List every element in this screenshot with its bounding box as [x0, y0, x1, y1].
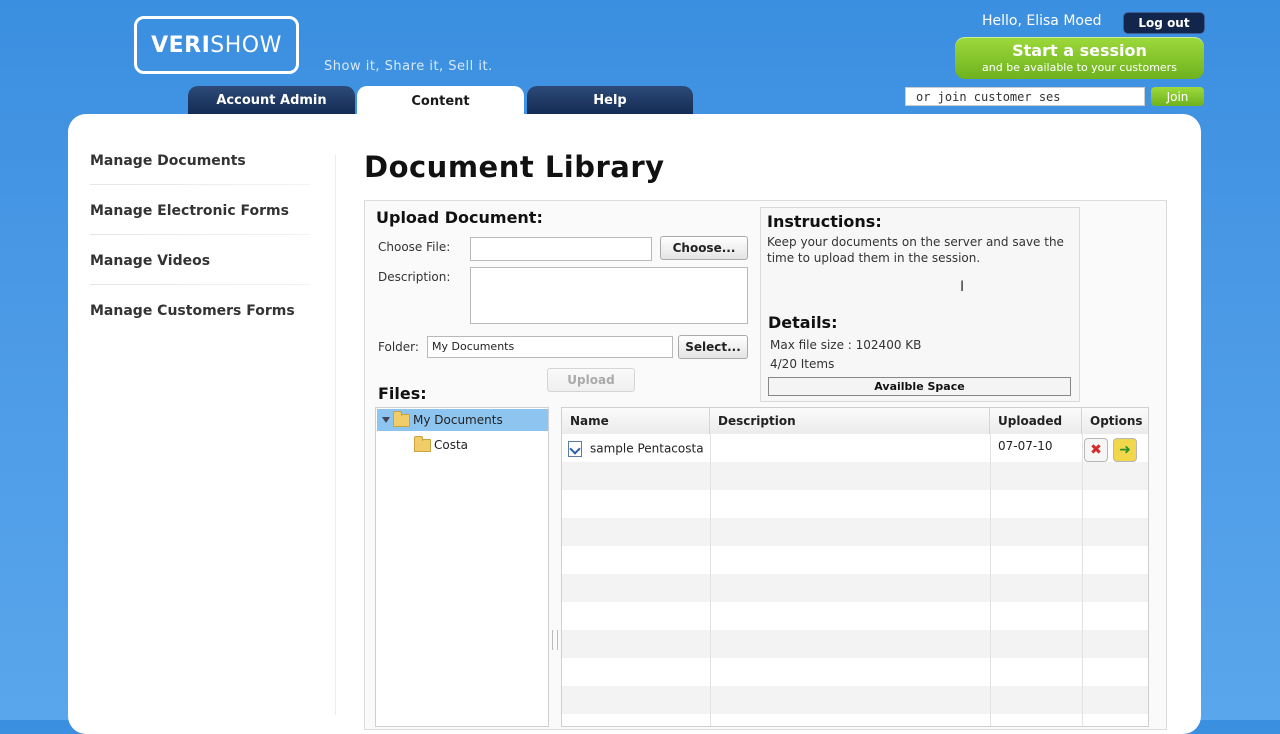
choose-file-label: Choose File:	[378, 240, 451, 254]
files-heading: Files:	[378, 384, 427, 403]
select-folder-button[interactable]: Select...	[678, 335, 748, 359]
logo-text-show: SHOW	[210, 32, 282, 58]
tab-help[interactable]: Help	[527, 86, 693, 114]
folder-label: Folder:	[378, 340, 419, 354]
instructions-text: Keep your documents on the server and sa…	[767, 235, 1064, 265]
description-field[interactable]	[470, 267, 748, 324]
sidebar-item-manage-electronic-forms[interactable]: Manage Electronic Forms	[90, 200, 310, 250]
pane-splitter-handle[interactable]	[552, 630, 558, 650]
table-row-empty	[562, 462, 1148, 490]
sidebar-nav: Manage Documents Manage Electronic Forms…	[90, 150, 310, 350]
file-uploaded-cell: 07-07-10	[998, 439, 1053, 453]
start-session-title: Start a session	[1012, 41, 1147, 60]
logout-button[interactable]: Log out	[1123, 12, 1205, 34]
column-divider	[1082, 434, 1083, 726]
logo-text-veri: VERI	[151, 32, 211, 58]
available-space-bar: Availble Space	[768, 377, 1071, 396]
file-name-cell[interactable]: sample Pentacosta	[568, 441, 708, 457]
folder-icon	[393, 410, 410, 427]
upload-heading: Upload Document:	[376, 208, 543, 227]
tree-item-my-documents[interactable]: My Documents	[377, 409, 548, 431]
folder-icon	[414, 435, 431, 452]
max-file-size: Max file size : 102400 KB	[770, 338, 922, 352]
column-header-options: Options	[1090, 414, 1143, 428]
expand-arrow-icon[interactable]	[382, 417, 390, 423]
delete-icon[interactable]: ✖	[1084, 438, 1108, 462]
column-header-uploaded[interactable]: Uploaded	[990, 408, 1082, 434]
start-session-subtitle: and be available to your customers	[982, 61, 1177, 74]
upload-button[interactable]: Upload	[547, 368, 635, 392]
column-header-description[interactable]: Description	[710, 408, 990, 434]
tab-account-admin[interactable]: Account Admin	[188, 86, 355, 114]
document-icon	[568, 441, 582, 457]
page-title: Document Library	[364, 150, 665, 184]
details-heading: Details:	[768, 313, 838, 332]
text-cursor-icon: I	[960, 279, 965, 295]
column-divider	[710, 434, 711, 726]
tree-item-label: Costa	[434, 438, 469, 452]
table-row-empty	[562, 686, 1148, 714]
table-row-empty	[562, 630, 1148, 658]
column-header-name[interactable]: Name	[562, 408, 710, 434]
tree-item-costa[interactable]: Costa	[414, 434, 468, 456]
folder-field[interactable]: My Documents	[427, 336, 673, 358]
table-row-empty	[562, 574, 1148, 602]
tab-content[interactable]: Content	[357, 86, 524, 116]
grid-header: Name Description Uploaded Options	[562, 408, 1148, 435]
user-greeting: Hello, Elisa Moed	[982, 13, 1102, 29]
verishow-logo[interactable]: VERI SHOW	[134, 16, 299, 74]
join-button[interactable]: Join	[1151, 87, 1204, 106]
choose-file-field[interactable]	[470, 237, 652, 261]
sidebar-item-manage-videos[interactable]: Manage Videos	[90, 250, 310, 300]
instructions-heading: Instructions:	[767, 212, 882, 231]
table-row-empty	[562, 518, 1148, 546]
join-session-input[interactable]: or join customer ses	[905, 87, 1145, 106]
start-session-button[interactable]: Start a session and be available to your…	[955, 37, 1204, 79]
items-count: 4/20 Items	[770, 357, 835, 371]
sidebar-item-manage-customers-forms[interactable]: Manage Customers Forms	[90, 300, 310, 350]
tree-item-label: My Documents	[413, 413, 503, 427]
tagline: Show it, Share it, Sell it.	[324, 59, 493, 74]
files-grid: Name Description Uploaded Options sample…	[561, 407, 1149, 727]
choose-file-button[interactable]: Choose...	[660, 236, 748, 260]
description-label: Description:	[378, 270, 451, 284]
file-name: sample Pentacosta	[590, 441, 704, 456]
sidebar-item-manage-documents[interactable]: Manage Documents	[90, 150, 310, 200]
sidebar-divider	[335, 155, 336, 715]
edit-icon[interactable]: ➜	[1113, 438, 1137, 462]
column-divider	[990, 434, 991, 726]
